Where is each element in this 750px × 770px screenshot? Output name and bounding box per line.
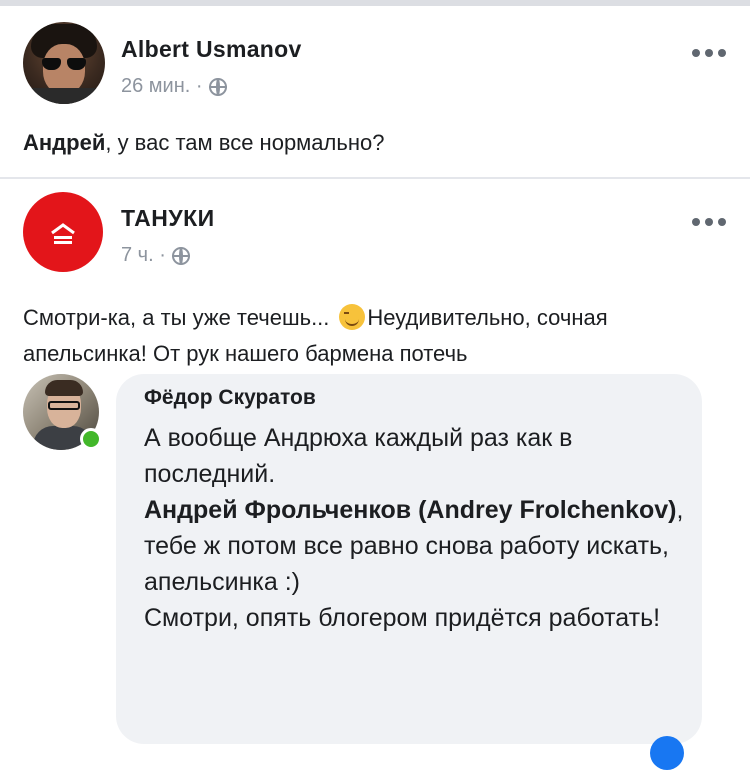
comment-text-line: А вообще Андрюха каждый раз как в послед… bbox=[144, 424, 573, 488]
post-divider bbox=[0, 177, 750, 179]
online-indicator bbox=[80, 428, 102, 450]
tanuki-logo-mark bbox=[51, 223, 75, 244]
tanuki-logo[interactable] bbox=[23, 192, 103, 272]
mention-link[interactable]: Андрей bbox=[23, 130, 105, 155]
sunglasses-icon bbox=[42, 58, 86, 70]
more-options-icon[interactable] bbox=[692, 46, 732, 60]
reaction-icon bbox=[650, 736, 684, 770]
relieved-face-emoji-icon bbox=[339, 304, 366, 330]
post-text-part: Смотри-ка, а ты уже течешь... bbox=[23, 305, 330, 330]
globe-icon bbox=[208, 77, 227, 96]
post-text-body: , у вас там все нормально? bbox=[105, 130, 385, 155]
comment-author-name[interactable]: Фёдор Скуратов bbox=[144, 386, 316, 410]
glasses-icon bbox=[48, 401, 80, 410]
post-meta: 26 мин. · bbox=[121, 75, 227, 98]
mention-link[interactable]: Андрей Фрольченков (Andrey Frolchenkov) bbox=[144, 496, 676, 524]
avatar-shirt bbox=[23, 88, 105, 104]
post-timestamp[interactable]: 7 ч. · bbox=[121, 244, 166, 267]
avatar[interactable] bbox=[23, 22, 105, 104]
more-options-icon[interactable] bbox=[692, 215, 732, 229]
avatar-hair bbox=[45, 380, 83, 396]
post-author-name[interactable]: ТАНУКИ bbox=[121, 205, 215, 232]
post-timestamp[interactable]: 26 мин. · bbox=[121, 75, 203, 98]
post-author-name[interactable]: Albert Usmanov bbox=[121, 36, 302, 63]
comment-text: А вообще Андрюха каждый раз как в послед… bbox=[144, 420, 684, 636]
post-meta: 7 ч. · bbox=[121, 244, 190, 267]
post-text: Андрей, у вас там все нормально? bbox=[23, 130, 384, 156]
globe-icon bbox=[171, 246, 190, 265]
comment-text-line: Смотри, опять блогером придётся работать… bbox=[144, 604, 661, 632]
post-text: Смотри-ка, а ты уже течешь... Неудивитель… bbox=[23, 300, 733, 370]
